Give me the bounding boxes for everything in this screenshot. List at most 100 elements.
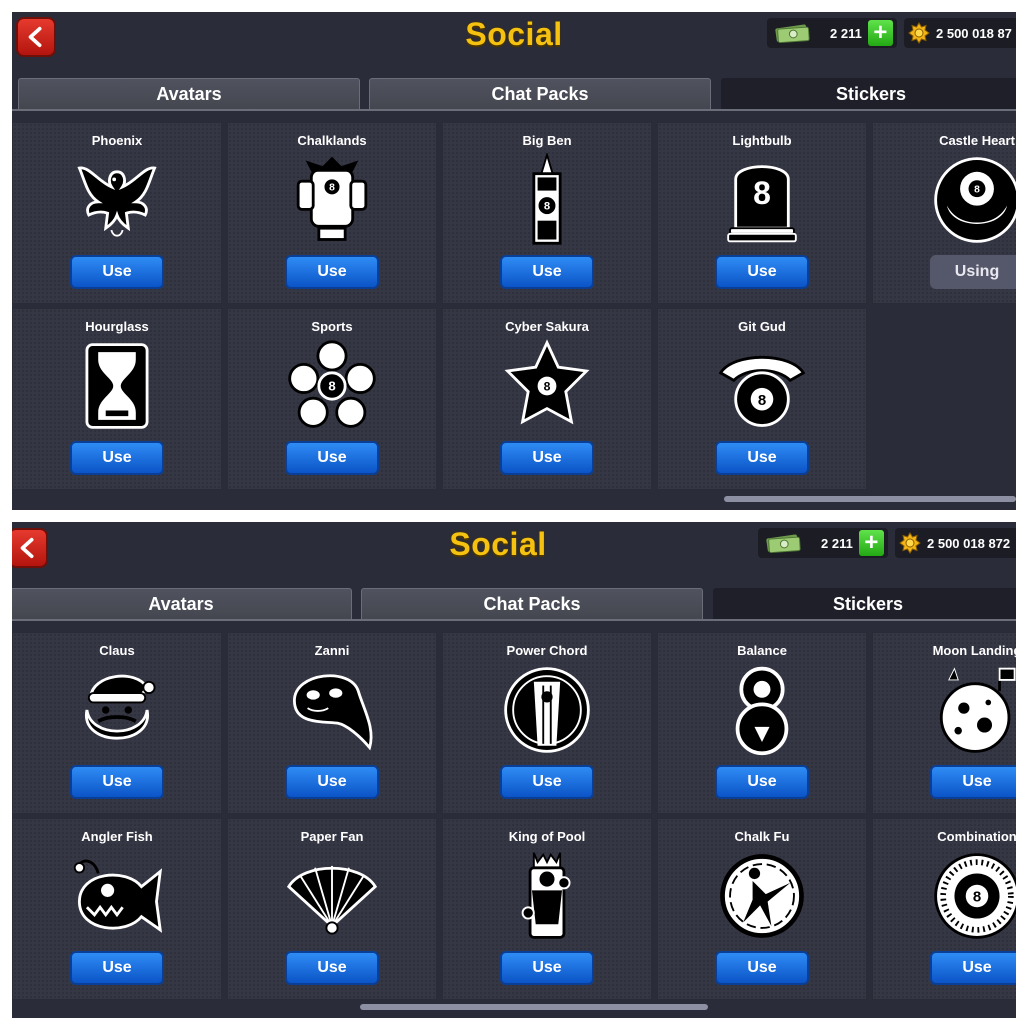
cash-display: 2 211 + bbox=[767, 18, 897, 48]
sticker-card-king-of-pool: King of Pool Use bbox=[442, 818, 652, 1000]
tab-bar: Avatars Chat Packs Stickers bbox=[12, 76, 1016, 112]
use-button[interactable]: Use bbox=[715, 951, 809, 985]
svg-text:8: 8 bbox=[328, 379, 335, 394]
use-button[interactable]: Use bbox=[285, 765, 379, 799]
cash-amount: 2 211 bbox=[821, 535, 853, 551]
coin-icon bbox=[899, 532, 921, 554]
social-screen-bottom: Social 2 211 + 2 500 018 872 Avatars Cha… bbox=[12, 522, 1016, 1018]
sticker-name: Sports bbox=[311, 319, 353, 334]
moon-landing-icon bbox=[939, 667, 1016, 753]
tab-stickers[interactable]: Stickers bbox=[721, 78, 1016, 110]
svg-text:8: 8 bbox=[753, 175, 771, 211]
combination-icon: 8 bbox=[934, 853, 1016, 939]
phoenix-icon bbox=[77, 166, 157, 237]
sticker-name: Chalk Fu bbox=[734, 829, 790, 844]
lightbulb-icon: 8 bbox=[727, 165, 797, 243]
header: Social 2 211 + 2 500 018 87 bbox=[12, 12, 1016, 78]
use-button[interactable]: Use bbox=[70, 951, 164, 985]
sticker-card-paper-fan: Paper Fan Use bbox=[227, 818, 437, 1000]
tab-chat-packs[interactable]: Chat Packs bbox=[369, 78, 711, 110]
social-screen-top: Social 2 211 + 2 500 018 87 Avatars Chat… bbox=[12, 12, 1016, 510]
cyber-sakura-icon: 8 bbox=[504, 339, 590, 425]
coins-display: 2 500 018 872 bbox=[895, 528, 1016, 558]
chalklands-icon: 8 bbox=[296, 156, 368, 241]
power-chord-icon bbox=[504, 667, 590, 753]
sticker-name: Castle Heart bbox=[939, 133, 1015, 148]
big-ben-icon: 8 bbox=[532, 153, 562, 245]
use-button[interactable]: Use bbox=[70, 255, 164, 289]
use-button[interactable]: Use bbox=[930, 951, 1016, 985]
header: Social 2 211 + 2 500 018 872 bbox=[12, 522, 1016, 588]
use-button[interactable]: Use bbox=[500, 765, 594, 799]
use-button[interactable]: Use bbox=[70, 441, 164, 475]
git-gud-icon: 8 bbox=[718, 356, 806, 427]
tab-bar: Avatars Chat Packs Stickers bbox=[12, 586, 1016, 622]
use-button[interactable]: Use bbox=[285, 255, 379, 289]
svg-text:8: 8 bbox=[758, 392, 766, 409]
horizontal-scrollbar[interactable] bbox=[724, 496, 1016, 502]
sticker-card-chalk-fu: Chalk Fu Use bbox=[657, 818, 867, 1000]
use-button[interactable]: Use bbox=[500, 951, 594, 985]
sticker-card-moon-landing: Moon Landing Use bbox=[872, 632, 1016, 814]
coins-amount: 2 500 018 872 bbox=[927, 535, 1011, 551]
use-button[interactable]: Use bbox=[70, 765, 164, 799]
sticker-name: Angler Fish bbox=[81, 829, 153, 844]
plus-icon: + bbox=[873, 19, 888, 46]
use-button[interactable]: Use bbox=[715, 765, 809, 799]
hourglass-icon bbox=[85, 343, 149, 429]
sticker-name: Chalklands bbox=[297, 133, 367, 148]
sticker-name: Git Gud bbox=[738, 319, 786, 334]
cash-icon bbox=[775, 24, 810, 44]
sticker-name: Big Ben bbox=[522, 133, 572, 148]
chalk-fu-icon bbox=[720, 854, 804, 938]
sticker-card-git-gud: Git Gud 8 Use bbox=[657, 308, 867, 490]
sticker-card-combination: Combination 8 Use bbox=[872, 818, 1016, 1000]
use-button[interactable]: Use bbox=[715, 441, 809, 475]
claus-icon bbox=[85, 674, 156, 740]
sticker-name: Balance bbox=[737, 643, 787, 658]
sticker-card-balance: Balance Use bbox=[657, 632, 867, 814]
sticker-card-hourglass: Hourglass Use bbox=[12, 308, 222, 490]
use-button[interactable]: Use bbox=[715, 255, 809, 289]
coins-amount: 2 500 018 87 bbox=[936, 25, 1012, 41]
sticker-name: King of Pool bbox=[508, 829, 586, 844]
balance-icon bbox=[735, 666, 789, 756]
sticker-card-big-ben: Big Ben 8 Use bbox=[442, 122, 652, 304]
cash-display: 2 211 + bbox=[758, 528, 888, 558]
tab-avatars[interactable]: Avatars bbox=[18, 78, 360, 110]
sticker-name: Hourglass bbox=[85, 319, 149, 334]
sticker-name: Lightbulb bbox=[732, 133, 792, 148]
using-button[interactable]: Using bbox=[930, 255, 1016, 289]
tab-avatars[interactable]: Avatars bbox=[12, 588, 352, 620]
svg-text:8: 8 bbox=[974, 184, 980, 195]
zanni-mask-icon bbox=[292, 674, 373, 751]
add-cash-button[interactable]: + bbox=[867, 19, 893, 46]
sticker-card-lightbulb: Lightbulb 8 Use bbox=[657, 122, 867, 304]
sticker-card-claus: Claus Use bbox=[12, 632, 222, 814]
add-cash-button[interactable]: + bbox=[858, 529, 884, 556]
plus-icon: + bbox=[864, 529, 879, 556]
angler-fish-icon bbox=[73, 859, 163, 933]
sticker-name: Combination bbox=[937, 829, 1016, 844]
horizontal-scrollbar[interactable] bbox=[360, 1004, 708, 1010]
sticker-name: Cyber Sakura bbox=[505, 319, 589, 334]
use-button[interactable]: Use bbox=[285, 441, 379, 475]
cash-amount: 2 211 bbox=[830, 25, 862, 41]
sticker-card-castle-heart: Castle Heart 8 Using bbox=[872, 122, 1016, 304]
use-button[interactable]: Use bbox=[930, 765, 1016, 799]
tab-chat-packs[interactable]: Chat Packs bbox=[361, 588, 703, 620]
svg-text:8: 8 bbox=[973, 889, 981, 906]
svg-text:8: 8 bbox=[544, 200, 550, 212]
sticker-card-power-chord: Power Chord Use bbox=[442, 632, 652, 814]
sticker-name: Paper Fan bbox=[300, 829, 364, 844]
use-button[interactable]: Use bbox=[500, 441, 594, 475]
tab-divider bbox=[12, 109, 1016, 111]
sticker-card-cyber-sakura: Cyber Sakura 8 Use bbox=[442, 308, 652, 490]
tab-stickers[interactable]: Stickers bbox=[713, 588, 1016, 620]
sticker-name: Phoenix bbox=[91, 133, 143, 148]
sticker-name: Power Chord bbox=[506, 643, 588, 658]
cash-icon bbox=[766, 534, 801, 554]
use-button[interactable]: Use bbox=[500, 255, 594, 289]
use-button[interactable]: Use bbox=[285, 951, 379, 985]
castle-heart-icon: 8 bbox=[934, 157, 1016, 243]
